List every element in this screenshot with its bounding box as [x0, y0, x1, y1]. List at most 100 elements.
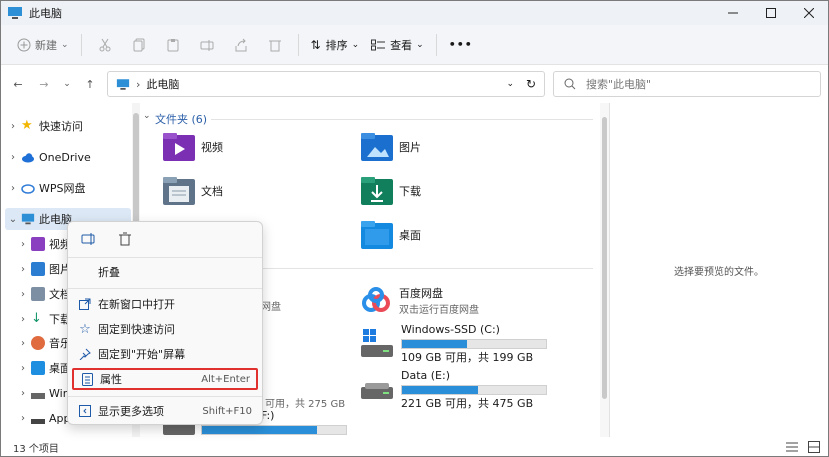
toolbar-divider [435, 33, 437, 56]
chevron-down-icon: ⌄ [61, 39, 69, 50]
share-button[interactable] [224, 30, 258, 60]
chevron-right-icon[interactable]: › [15, 363, 31, 374]
plus-circle-icon [17, 38, 31, 51]
device-baidu-netdisk[interactable]: 百度网盘 双击运行百度网盘 [361, 285, 479, 316]
chevron-right-icon[interactable]: › [5, 152, 21, 163]
sidebar-item-wps-drive[interactable]: › WPS网盘 [5, 177, 131, 199]
sidebar-item-onedrive[interactable]: › OneDrive [5, 146, 131, 168]
computer-icon [116, 78, 130, 90]
menu-item-open-new-window[interactable]: 在新窗口中打开 [72, 293, 258, 315]
details-view-icon[interactable] [786, 441, 798, 453]
delete-button[interactable] [258, 30, 292, 60]
close-icon [804, 8, 814, 18]
drive-usage-fill [402, 386, 479, 394]
menu-item-pin-start[interactable]: 固定到"开始"屏幕 [72, 343, 258, 365]
search-icon [564, 78, 576, 90]
more-options-button[interactable]: ••• [443, 30, 479, 60]
scrollbar-thumb[interactable] [602, 117, 607, 399]
partial-text: 可用，共 275 GB [265, 399, 346, 410]
menu-item-properties[interactable]: 属性 Alt+Enter [72, 368, 258, 390]
sidebar-item-label: OneDrive [39, 150, 91, 164]
new-label: 新建 [35, 38, 57, 52]
folder-label: 桌面 [399, 229, 421, 242]
folder-desktop[interactable]: 桌面 [361, 221, 421, 249]
share-icon [235, 38, 247, 51]
chevron-right-icon[interactable]: › [15, 314, 31, 325]
drive-usage-bar [401, 339, 547, 349]
chevron-right-icon[interactable]: › [15, 289, 31, 300]
picture-icon [31, 262, 45, 276]
folder-documents[interactable]: 文档 [163, 177, 223, 205]
menu-divider [68, 396, 262, 397]
chevron-right-icon[interactable]: › [5, 183, 21, 194]
menu-item-show-more-options[interactable]: 显示更多选项 Shift+F10 [72, 400, 258, 422]
cloud-icon [22, 153, 34, 163]
maximize-icon [766, 8, 776, 18]
folder-videos[interactable]: 视频 [163, 133, 223, 161]
search-box[interactable]: 搜索"此电脑" [553, 71, 821, 97]
folder-pictures[interactable]: 图片 [361, 133, 421, 161]
forward-button[interactable]: → [31, 71, 57, 97]
chevron-right-icon[interactable]: › [15, 413, 31, 424]
open-new-window-icon [79, 298, 91, 310]
toolbar-divider [80, 33, 82, 56]
close-button[interactable] [790, 1, 828, 25]
folder-downloads[interactable]: 下载 [361, 177, 421, 205]
copy-button[interactable] [122, 30, 156, 60]
drive-e[interactable]: Data (E:) 221 GB 可用，共 475 GB [361, 369, 547, 411]
menu-divider [68, 288, 262, 289]
back-button[interactable]: ← [5, 71, 31, 97]
folders-group-header[interactable]: 文件夹 (6) [155, 111, 207, 127]
rename-button[interactable] [74, 226, 104, 252]
chevron-right-icon[interactable]: › [15, 264, 31, 275]
drive-c[interactable]: Windows-SSD (C:) 109 GB 可用，共 199 GB [361, 323, 547, 365]
rename-button[interactable] [190, 30, 224, 60]
chevron-right-icon[interactable]: › [5, 121, 21, 132]
recent-locations-button[interactable]: ⌄ [57, 71, 77, 97]
preview-pane: 选择要预览的文件。 [609, 103, 828, 437]
chevron-down-icon: ⌄ [416, 39, 424, 50]
menu-item-label: 在新窗口中打开 [98, 298, 175, 311]
breadcrumb-this-pc[interactable]: 此电脑 [146, 76, 179, 92]
command-bar: 新建 ⌄ ⇅ 排序 ⌄ 查看 ⌄ ••• [1, 25, 828, 65]
document-folder-icon [163, 177, 195, 205]
music-icon [31, 336, 45, 350]
paste-button[interactable] [156, 30, 190, 60]
up-button[interactable]: ↑ [77, 71, 103, 97]
content-scrollbar[interactable] [600, 103, 609, 437]
chevron-right-icon[interactable]: › [15, 338, 31, 349]
drive-icon [361, 383, 393, 399]
tiles-view-icon[interactable] [808, 441, 820, 453]
folder-label: 文档 [201, 185, 223, 198]
sort-button[interactable]: ⇅ 排序 ⌄ [305, 30, 366, 60]
delete-button[interactable] [110, 226, 140, 252]
new-button[interactable]: 新建 ⌄ [11, 30, 75, 60]
video-folder-icon [163, 133, 195, 161]
maximize-button[interactable] [752, 1, 790, 25]
chevron-down-icon: ⌄ [63, 79, 71, 89]
menu-item-label: 固定到快速访问 [98, 323, 175, 336]
menu-item-collapse[interactable]: 折叠 [72, 261, 258, 283]
chevron-right-icon[interactable]: › [15, 388, 31, 399]
chevron-right-icon[interactable]: › [15, 239, 31, 250]
menu-item-label: 显示更多选项 [98, 405, 164, 418]
view-button[interactable]: 查看 ⌄ [365, 30, 430, 60]
file-explorer-window: 此电脑 新建 ⌄ ⇅ 排序 ⌄ 查看 ⌄ ••• ← → ⌄ ↑ › 此电脑 ⌄… [0, 0, 829, 457]
chevron-down-icon[interactable]: ⌄ [143, 111, 151, 121]
refresh-icon[interactable]: ↻ [526, 77, 536, 91]
menu-item-pin-quick-access[interactable]: ☆ 固定到快速访问 [72, 318, 258, 340]
device-description: 双击运行百度网盘 [399, 305, 479, 316]
windows-drive-icon [361, 329, 393, 357]
chevron-down-icon[interactable]: ⌄ [5, 214, 21, 225]
address-bar[interactable]: › 此电脑 ⌄ ↻ [107, 71, 545, 97]
sidebar-item-quick-access[interactable]: › ★ 快速访问 [5, 115, 131, 137]
view-list-icon [371, 39, 386, 50]
context-menu: 折叠 在新窗口中打开 ☆ 固定到快速访问 固定到"开始"屏幕 属性 Alt+Ente… [67, 221, 263, 425]
device-name: 百度网盘 [399, 287, 443, 300]
minimize-button[interactable] [714, 1, 752, 25]
chevron-down-icon[interactable]: ⌄ [506, 79, 514, 89]
drive-usage-bar [401, 385, 547, 395]
breadcrumb-separator-icon: › [136, 77, 141, 91]
folder-label: 图片 [399, 141, 421, 154]
cut-button[interactable] [88, 30, 122, 60]
